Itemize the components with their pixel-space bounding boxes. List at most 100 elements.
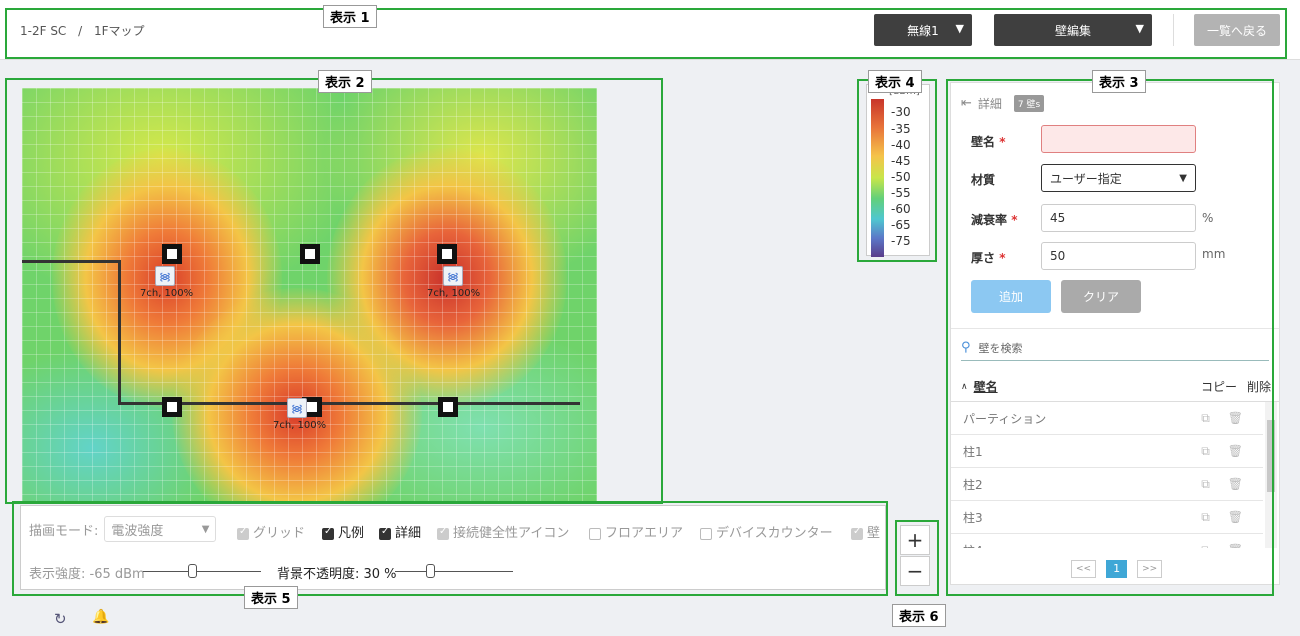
- page-current[interactable]: 1: [1106, 560, 1128, 578]
- checkbox[interactable]: [379, 526, 391, 540]
- conn-health-toggle[interactable]: 接続健全性アイコン: [437, 522, 569, 541]
- annotation-label: 表示 6: [892, 604, 946, 627]
- breadcrumb-site[interactable]: 1-2F SC: [20, 24, 66, 38]
- grid-toggle[interactable]: グリッド: [237, 522, 305, 541]
- wall-detail-panel: ⇤ 詳細 7 壁s 壁名 * 材質 ユーザー指定 ▼ 減衰率 * 45 % 厚さ…: [950, 82, 1280, 585]
- attenuation-unit: %: [1202, 211, 1214, 225]
- slider-thumb[interactable]: [426, 564, 436, 578]
- required-mark: *: [999, 135, 1006, 149]
- thickness-input[interactable]: 50: [1041, 242, 1196, 270]
- bell-icon[interactable]: 🔔: [92, 609, 109, 625]
- device-counter-toggle-label: デバイスカウンター: [716, 526, 833, 541]
- thickness-label-text: 厚さ: [971, 251, 996, 265]
- zoom-out-button[interactable]: −: [900, 556, 930, 586]
- floor-grid: [22, 88, 597, 503]
- bg-opacity-slider[interactable]: [395, 564, 513, 578]
- trash-icon[interactable]: 🗑: [1228, 444, 1243, 459]
- wall-name-input[interactable]: [1041, 125, 1196, 153]
- attenuation-input[interactable]: 45: [1041, 204, 1196, 232]
- copy-icon[interactable]: ⧉: [1201, 444, 1210, 459]
- heatmap-canvas[interactable]: ᯼ 7ch, 100% ᯼ 7ch, 100% ᯼ 7ch, 100%: [22, 88, 597, 503]
- wall-toggle[interactable]: 壁: [851, 522, 880, 541]
- thickness-unit: mm: [1202, 247, 1226, 261]
- scrollbar[interactable]: [1265, 402, 1277, 548]
- wall-segment[interactable]: [118, 260, 121, 404]
- pillar-marker[interactable]: [437, 244, 457, 264]
- page-next-button[interactable]: >>: [1137, 560, 1163, 578]
- pillar-marker[interactable]: [438, 397, 458, 417]
- trash-icon[interactable]: 🗑: [1228, 543, 1243, 548]
- legend-tick: -65: [891, 218, 911, 232]
- chevron-down-icon: ▼: [201, 523, 210, 535]
- clear-button[interactable]: クリア: [1061, 280, 1141, 313]
- conn-health-toggle-label: 接続健全性アイコン: [453, 526, 570, 541]
- column-wall-name[interactable]: 壁名: [974, 378, 998, 395]
- scrollbar-thumb[interactable]: [1267, 420, 1275, 492]
- pillar-marker[interactable]: [162, 244, 182, 264]
- column-copy: コピー: [1200, 380, 1237, 394]
- back-to-list-button[interactable]: 一覧へ戻る: [1194, 14, 1280, 46]
- wall-search-input[interactable]: ⚲ 壁を検索: [961, 335, 1269, 361]
- access-point[interactable]: ᯼: [287, 398, 307, 418]
- legend-tick: -45: [891, 154, 911, 168]
- checkbox[interactable]: [237, 526, 249, 540]
- legend-toggle[interactable]: 凡例: [322, 522, 364, 541]
- material-select[interactable]: ユーザー指定 ▼: [1041, 164, 1196, 192]
- copy-icon[interactable]: ⧉: [1201, 510, 1210, 525]
- wall-segment[interactable]: [118, 402, 580, 405]
- checkbox[interactable]: [589, 527, 601, 540]
- checkbox[interactable]: [322, 526, 334, 540]
- collapse-icon[interactable]: ⇤: [961, 96, 972, 111]
- list-item[interactable]: 柱4 ⧉ 🗑: [951, 534, 1263, 548]
- wall-edit-select[interactable]: 壁編集 ▼: [994, 14, 1152, 46]
- access-point[interactable]: ᯼: [155, 266, 175, 286]
- list-item[interactable]: パーティション ⧉ 🗑: [951, 402, 1263, 435]
- wifi-icon: ᯼: [159, 269, 171, 283]
- copy-icon[interactable]: ⧉: [1201, 477, 1210, 492]
- floor-area-toggle-label: フロアエリア: [605, 526, 684, 541]
- wall-segment[interactable]: [22, 260, 120, 263]
- detail-toggle[interactable]: 詳細: [379, 522, 421, 541]
- list-item[interactable]: 柱2 ⧉ 🗑: [951, 468, 1263, 501]
- list-item[interactable]: 柱3 ⧉ 🗑: [951, 501, 1263, 534]
- material-select-value: ユーザー指定: [1050, 171, 1122, 186]
- copy-icon[interactable]: ⧉: [1201, 411, 1210, 426]
- page-prev-button[interactable]: <<: [1071, 560, 1097, 578]
- thickness-label: 厚さ *: [971, 249, 1005, 266]
- floor-area-toggle[interactable]: フロアエリア: [589, 522, 683, 541]
- legend-tick: -35: [891, 122, 911, 136]
- bg-opacity-label: 背景不透明度: 30 %: [277, 567, 397, 582]
- pillar-marker[interactable]: [162, 397, 182, 417]
- annotation-label: 表示 1: [323, 5, 377, 28]
- add-button[interactable]: 追加: [971, 280, 1051, 313]
- refresh-icon[interactable]: ↻: [54, 610, 67, 628]
- legend-tick: -75: [891, 234, 911, 248]
- zoom-in-button[interactable]: +: [900, 525, 930, 555]
- sort-caret-icon[interactable]: ∧: [961, 382, 968, 392]
- draw-mode-select[interactable]: 電波強度 ▼: [104, 516, 217, 542]
- access-point-label: 7ch, 100%: [427, 288, 481, 299]
- radio-select[interactable]: 無線1 ▼: [874, 14, 972, 46]
- wall-item-name: パーティション: [963, 411, 1047, 426]
- panel-header: ⇤ 詳細 7 壁s: [961, 95, 1045, 112]
- checkbox[interactable]: [437, 526, 449, 540]
- breadcrumb: 1-2F SC / 1Fマップ: [20, 22, 145, 39]
- list-item[interactable]: 柱1 ⧉ 🗑: [951, 435, 1263, 468]
- draw-mode-value: 電波強度: [111, 523, 164, 539]
- copy-icon[interactable]: ⧉: [1201, 543, 1210, 548]
- divider: [951, 328, 1279, 329]
- trash-icon[interactable]: 🗑: [1228, 510, 1243, 525]
- device-counter-toggle[interactable]: デバイスカウンター: [700, 522, 833, 541]
- checkbox[interactable]: [851, 526, 863, 540]
- legend-tick: -30: [891, 105, 911, 119]
- slider-thumb[interactable]: [188, 564, 198, 578]
- top-bar: 1-2F SC / 1Fマップ 無線1 ▼ 壁編集 ▼ 一覧へ戻る: [0, 0, 1300, 60]
- display-strength-slider[interactable]: [143, 564, 261, 578]
- search-placeholder: 壁を検索: [978, 341, 1023, 355]
- pillar-marker[interactable]: [300, 244, 320, 264]
- trash-icon[interactable]: 🗑: [1228, 477, 1243, 492]
- attenuation-label-text: 減衰率: [971, 213, 1008, 227]
- trash-icon[interactable]: 🗑: [1228, 411, 1243, 426]
- access-point[interactable]: ᯼: [443, 266, 463, 286]
- checkbox[interactable]: [700, 527, 712, 540]
